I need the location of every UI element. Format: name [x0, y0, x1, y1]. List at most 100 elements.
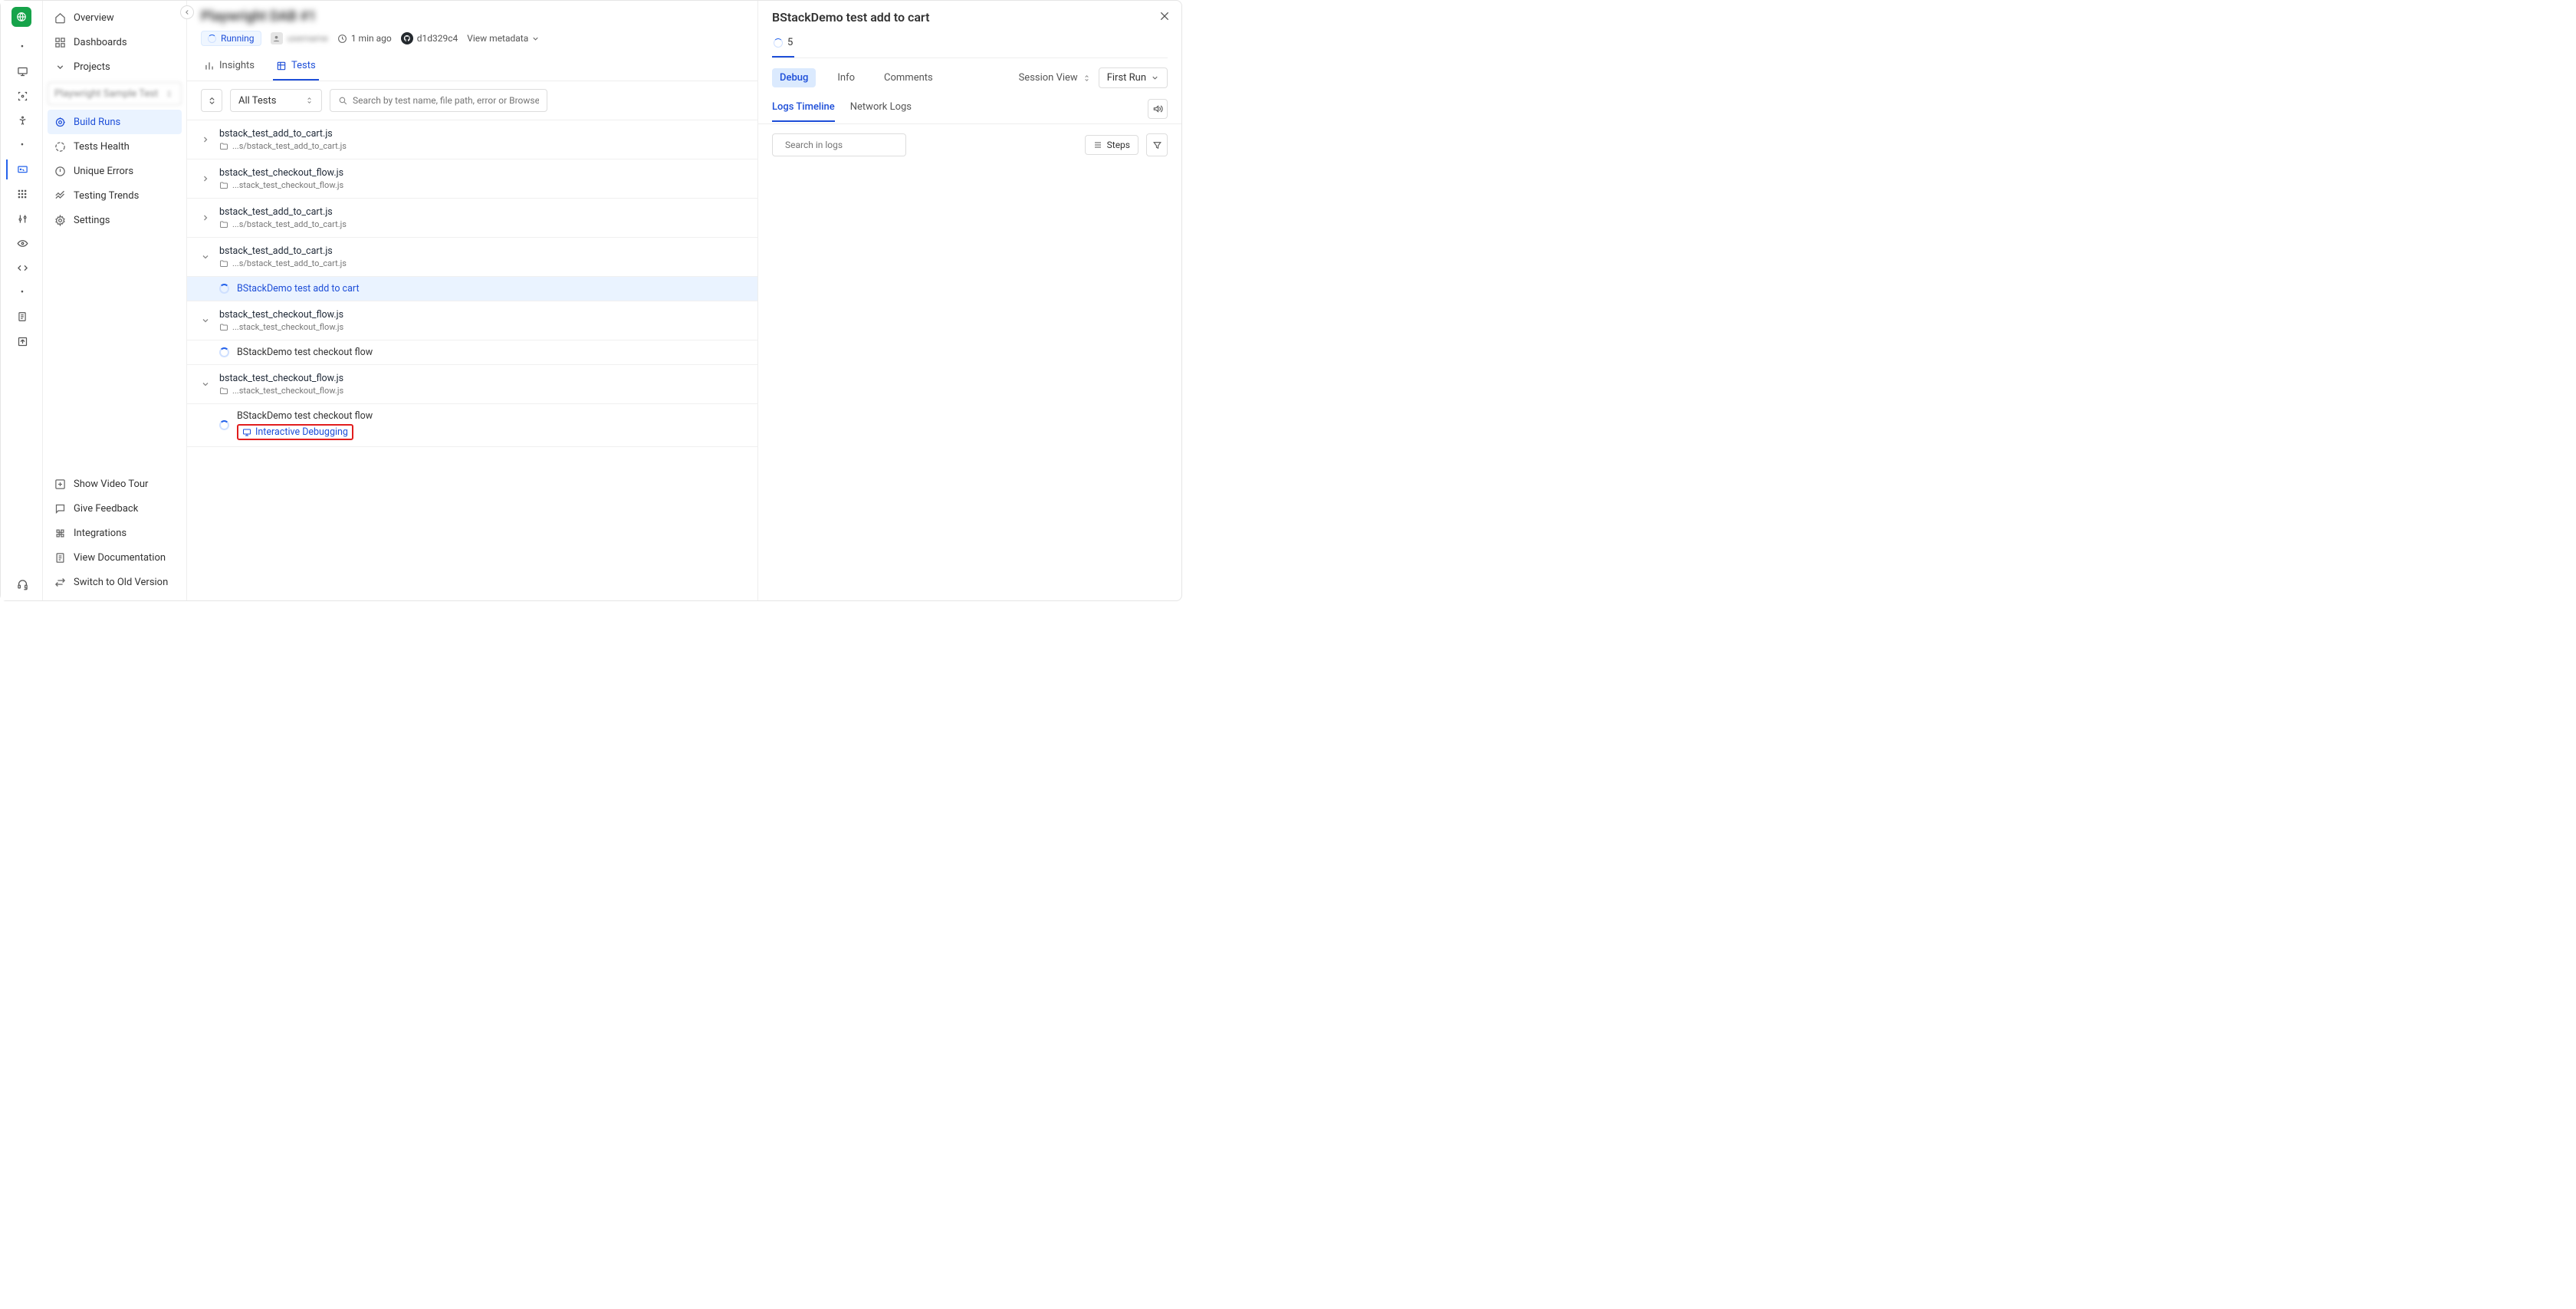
rail-dot-3[interactable]: •	[6, 282, 37, 302]
sidebar-feedback[interactable]: Give Feedback	[48, 496, 182, 521]
sidebar: Overview Dashboards Projects Playwright …	[43, 1, 187, 600]
video-icon	[54, 478, 66, 490]
logo-icon[interactable]	[12, 7, 31, 27]
project-selector-value: Playwright Sample Test	[54, 88, 158, 100]
rail-observability-icon[interactable]	[6, 160, 37, 179]
rail-dot-2[interactable]: •	[6, 135, 37, 155]
subtab-comments[interactable]: Comments	[876, 68, 941, 87]
search-icon	[338, 96, 348, 106]
subtab-network-logs[interactable]: Network Logs	[850, 101, 912, 122]
close-button[interactable]	[1158, 10, 1171, 22]
test-group-row[interactable]: bstack_test_checkout_flow.js ...stack_te…	[187, 365, 757, 404]
subtab-info[interactable]: Info	[830, 68, 863, 87]
sidebar-build-runs-label: Build Runs	[74, 117, 120, 128]
steps-button[interactable]: Steps	[1085, 135, 1138, 155]
test-name: BStackDemo test add to cart	[237, 283, 360, 294]
chart-icon	[204, 61, 215, 71]
user-icon	[271, 32, 283, 44]
errors-icon	[54, 165, 66, 177]
test-row[interactable]: BStackDemo test add to cart	[187, 277, 757, 301]
sidebar-switch-old[interactable]: Switch to Old Version	[48, 570, 182, 594]
sidebar-integrations[interactable]: Integrations	[48, 521, 182, 545]
status-badge: Running	[201, 31, 261, 46]
tests-filter-dropdown[interactable]: All Tests	[230, 89, 322, 112]
tab-tests-label: Tests	[291, 60, 316, 71]
sidebar-testing-trends[interactable]: Testing Trends	[48, 183, 182, 208]
tests-search-input[interactable]	[353, 95, 539, 106]
sidebar-docs[interactable]: View Documentation	[48, 545, 182, 570]
home-icon	[54, 12, 66, 24]
rail-doc-icon[interactable]	[6, 307, 37, 327]
rail-headset-icon[interactable]	[6, 574, 37, 594]
sidebar-unique-errors[interactable]: Unique Errors	[48, 159, 182, 183]
tab-tests[interactable]: Tests	[273, 54, 319, 81]
sidebar-video-tour[interactable]: Show Video Tour	[48, 472, 182, 496]
group-path: ...s/bstack_test_add_to_cart.js	[219, 141, 347, 151]
chevron-icon	[201, 213, 212, 222]
collapse-all-button[interactable]	[201, 89, 222, 112]
rail-sliders-icon[interactable]	[6, 209, 37, 229]
tests-search[interactable]	[330, 89, 547, 112]
log-search[interactable]	[772, 133, 906, 156]
sidebar-tests-health[interactable]: Tests Health	[48, 134, 182, 159]
chevron-down-icon	[1151, 74, 1159, 82]
project-selector[interactable]: Playwright Sample Test	[48, 82, 182, 105]
tab-insights[interactable]: Insights	[201, 54, 258, 81]
chevron-icon	[201, 380, 212, 389]
test-name: BStackDemo test checkout flow	[237, 347, 373, 358]
list-icon	[1093, 140, 1102, 150]
sidebar-settings[interactable]: Settings	[48, 208, 182, 232]
sidebar-projects[interactable]: Projects	[48, 54, 182, 79]
rail-dot-1[interactable]: •	[6, 37, 37, 57]
sidebar-build-runs[interactable]: Build Runs	[48, 110, 182, 134]
sidebar-overview[interactable]: Overview	[48, 5, 182, 30]
steps-label: Steps	[1107, 140, 1130, 150]
view-metadata-text: View metadata	[467, 33, 528, 44]
test-group-row[interactable]: bstack_test_add_to_cart.js ...s/bstack_t…	[187, 238, 757, 277]
group-path: ...s/bstack_test_add_to_cart.js	[219, 258, 347, 268]
first-run-dropdown[interactable]: First Run	[1099, 67, 1168, 88]
spinner-icon	[774, 38, 783, 48]
rail-export-icon[interactable]	[6, 331, 37, 351]
select-chevron-icon	[166, 90, 175, 98]
log-search-input[interactable]	[785, 140, 905, 150]
test-group-row[interactable]: bstack_test_add_to_cart.js ...s/bstack_t…	[187, 120, 757, 160]
target-icon	[54, 116, 66, 128]
first-run-label: First Run	[1107, 72, 1146, 84]
sidebar-video-tour-label: Show Video Tour	[74, 479, 148, 490]
test-group-row[interactable]: bstack_test_checkout_flow.js ...stack_te…	[187, 160, 757, 199]
group-path: ...s/bstack_test_add_to_cart.js	[219, 219, 347, 229]
volume-button[interactable]	[1148, 99, 1168, 119]
rail-eye-icon[interactable]	[6, 233, 37, 253]
details-panel: BStackDemo test add to cart 5 Debug Info…	[758, 1, 1181, 600]
time-ago-text: 1 min ago	[351, 33, 392, 44]
sidebar-overview-label: Overview	[74, 12, 114, 24]
view-metadata-button[interactable]: View metadata	[467, 33, 540, 44]
sidebar-dashboards[interactable]: Dashboards	[48, 30, 182, 54]
rail-grid-icon[interactable]	[6, 184, 37, 204]
commit-ref[interactable]: d1d329c4	[401, 32, 458, 44]
test-group-row[interactable]: bstack_test_checkout_flow.js ...stack_te…	[187, 301, 757, 340]
rail-accessibility-icon[interactable]	[6, 110, 37, 130]
run-count-tab[interactable]: 5	[772, 34, 794, 58]
group-name: bstack_test_checkout_flow.js	[219, 309, 343, 321]
session-view-toggle[interactable]: Session View	[1019, 72, 1091, 84]
test-row[interactable]: BStackDemo test checkout flow Interactiv…	[187, 404, 757, 447]
doc-icon	[54, 551, 66, 564]
collapse-sidebar-button[interactable]	[180, 5, 194, 19]
puzzle-icon	[54, 527, 66, 539]
subtab-logs-timeline[interactable]: Logs Timeline	[772, 101, 835, 122]
interactive-debugging-link[interactable]: Interactive Debugging	[237, 424, 353, 440]
test-row[interactable]: BStackDemo test checkout flow	[187, 340, 757, 365]
rail-code-icon[interactable]	[6, 258, 37, 278]
sidebar-unique-errors-label: Unique Errors	[74, 166, 133, 177]
dashboard-icon	[54, 36, 66, 48]
log-filter-button[interactable]	[1146, 133, 1168, 156]
spinner-icon	[208, 35, 216, 43]
details-title: BStackDemo test add to cart	[772, 10, 1168, 25]
rail-monitor-icon[interactable]	[6, 61, 37, 81]
user-chip: username	[271, 32, 328, 44]
subtab-debug[interactable]: Debug	[772, 68, 816, 87]
rail-scan-icon[interactable]	[6, 86, 37, 106]
test-group-row[interactable]: bstack_test_add_to_cart.js ...s/bstack_t…	[187, 199, 757, 238]
